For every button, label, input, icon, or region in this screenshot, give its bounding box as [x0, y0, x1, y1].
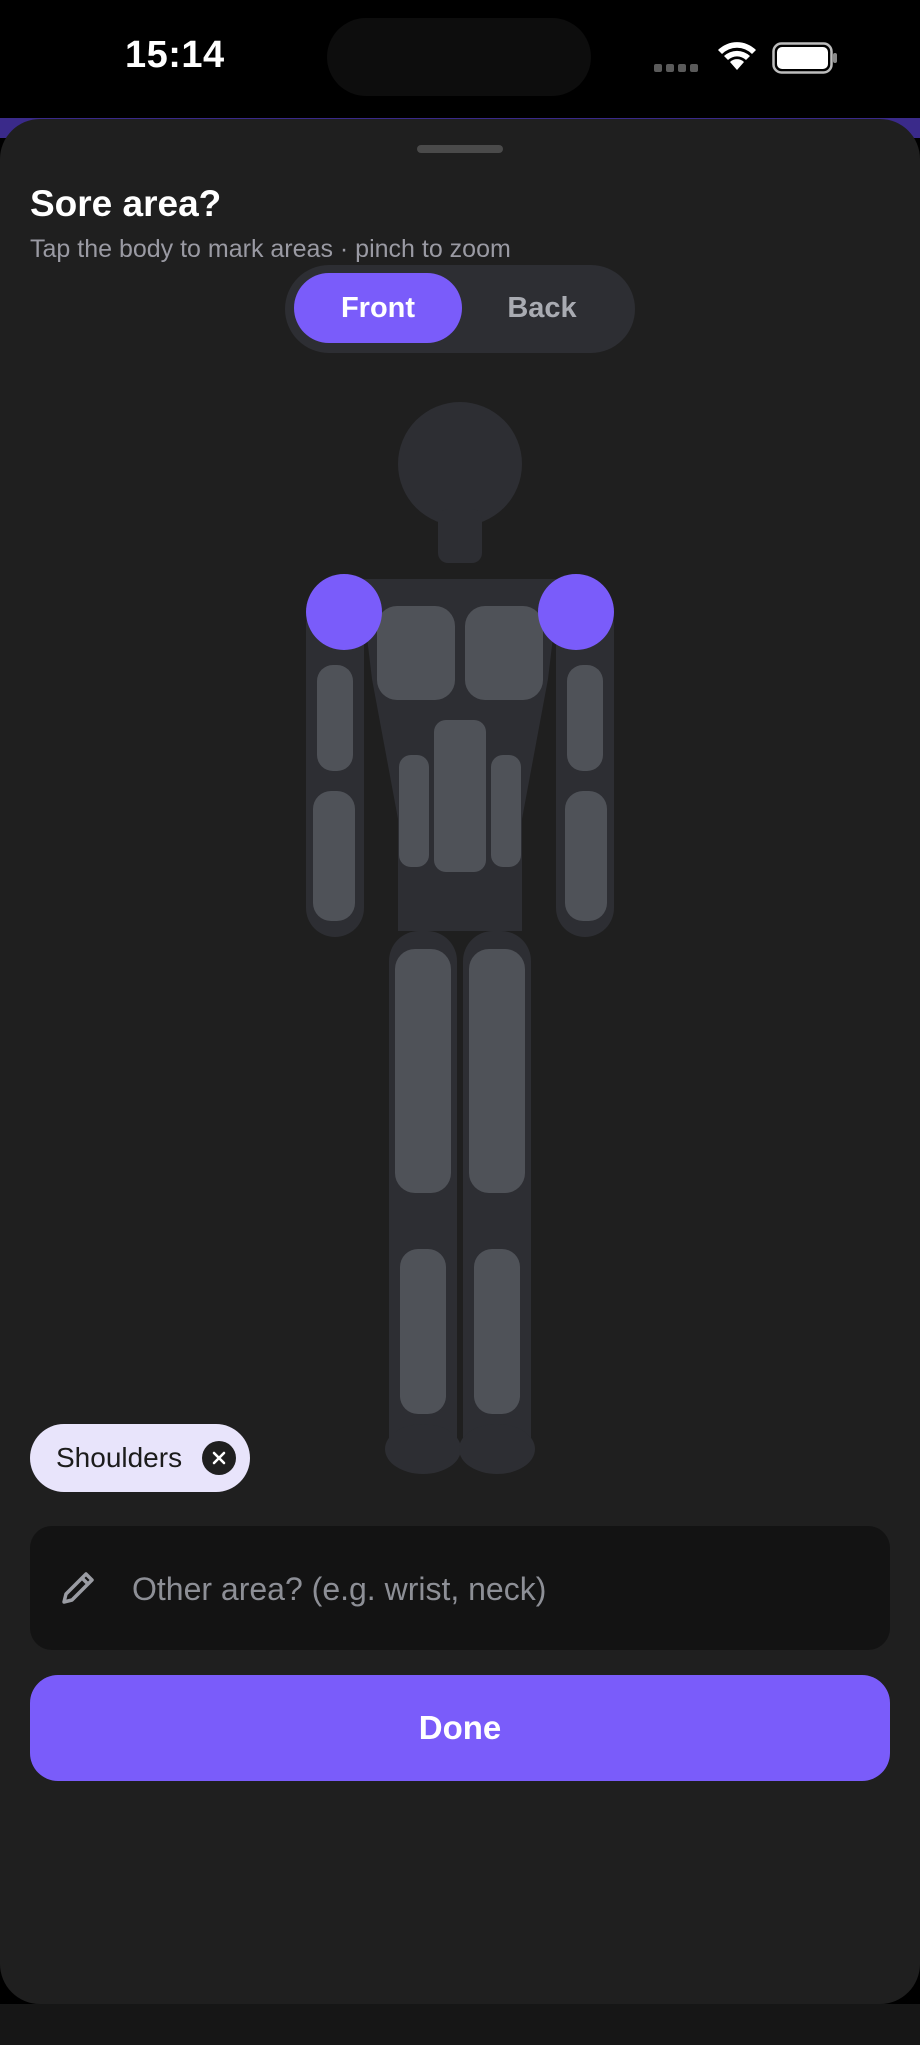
status-bar: 15:14 [0, 0, 920, 118]
other-area-field [30, 1526, 890, 1652]
status-time: 15:14 [125, 34, 225, 76]
left-forearm-region[interactable] [313, 791, 355, 921]
left-shoulder-region[interactable] [306, 574, 382, 650]
chip-label: Shoulders [56, 1442, 183, 1473]
right-chest-region[interactable] [465, 606, 543, 700]
left-bicep-region[interactable] [317, 665, 353, 771]
abs-region[interactable] [434, 720, 486, 872]
app-screen: 15:14 Sore area? Tap the body to mark ar… [0, 0, 920, 2045]
left-foot-region[interactable] [385, 1424, 461, 1474]
tab-front[interactable]: Front [294, 273, 462, 343]
right-foot-region[interactable] [459, 1424, 535, 1474]
left-shin-region[interactable] [400, 1249, 446, 1414]
battery-icon [772, 42, 838, 79]
head-region[interactable] [398, 402, 522, 526]
cellular-signal-icon [654, 64, 698, 72]
left-oblique-region[interactable] [399, 755, 429, 867]
bottom-background [0, 2004, 920, 2045]
right-shin-region[interactable] [474, 1249, 520, 1414]
right-forearm-region[interactable] [565, 791, 607, 921]
done-button[interactable]: Done [30, 1675, 890, 1781]
remove-chip-icon[interactable] [202, 1441, 237, 1475]
right-quad-region[interactable] [469, 949, 525, 1193]
left-quad-region[interactable] [395, 949, 451, 1193]
front-back-toggle: Front Back [285, 265, 635, 353]
wifi-icon [715, 40, 759, 79]
pencil-icon [58, 1568, 98, 1613]
right-bicep-region[interactable] [567, 665, 603, 771]
neck-region[interactable] [438, 509, 482, 563]
right-shoulder-region[interactable] [538, 574, 614, 650]
dynamic-island [327, 18, 591, 96]
left-chest-region[interactable] [377, 606, 455, 700]
selected-area-chip: Shoulders [30, 1424, 251, 1492]
right-oblique-region[interactable] [491, 755, 521, 867]
tab-back[interactable]: Back [458, 273, 626, 343]
other-area-input[interactable] [130, 1526, 874, 1652]
